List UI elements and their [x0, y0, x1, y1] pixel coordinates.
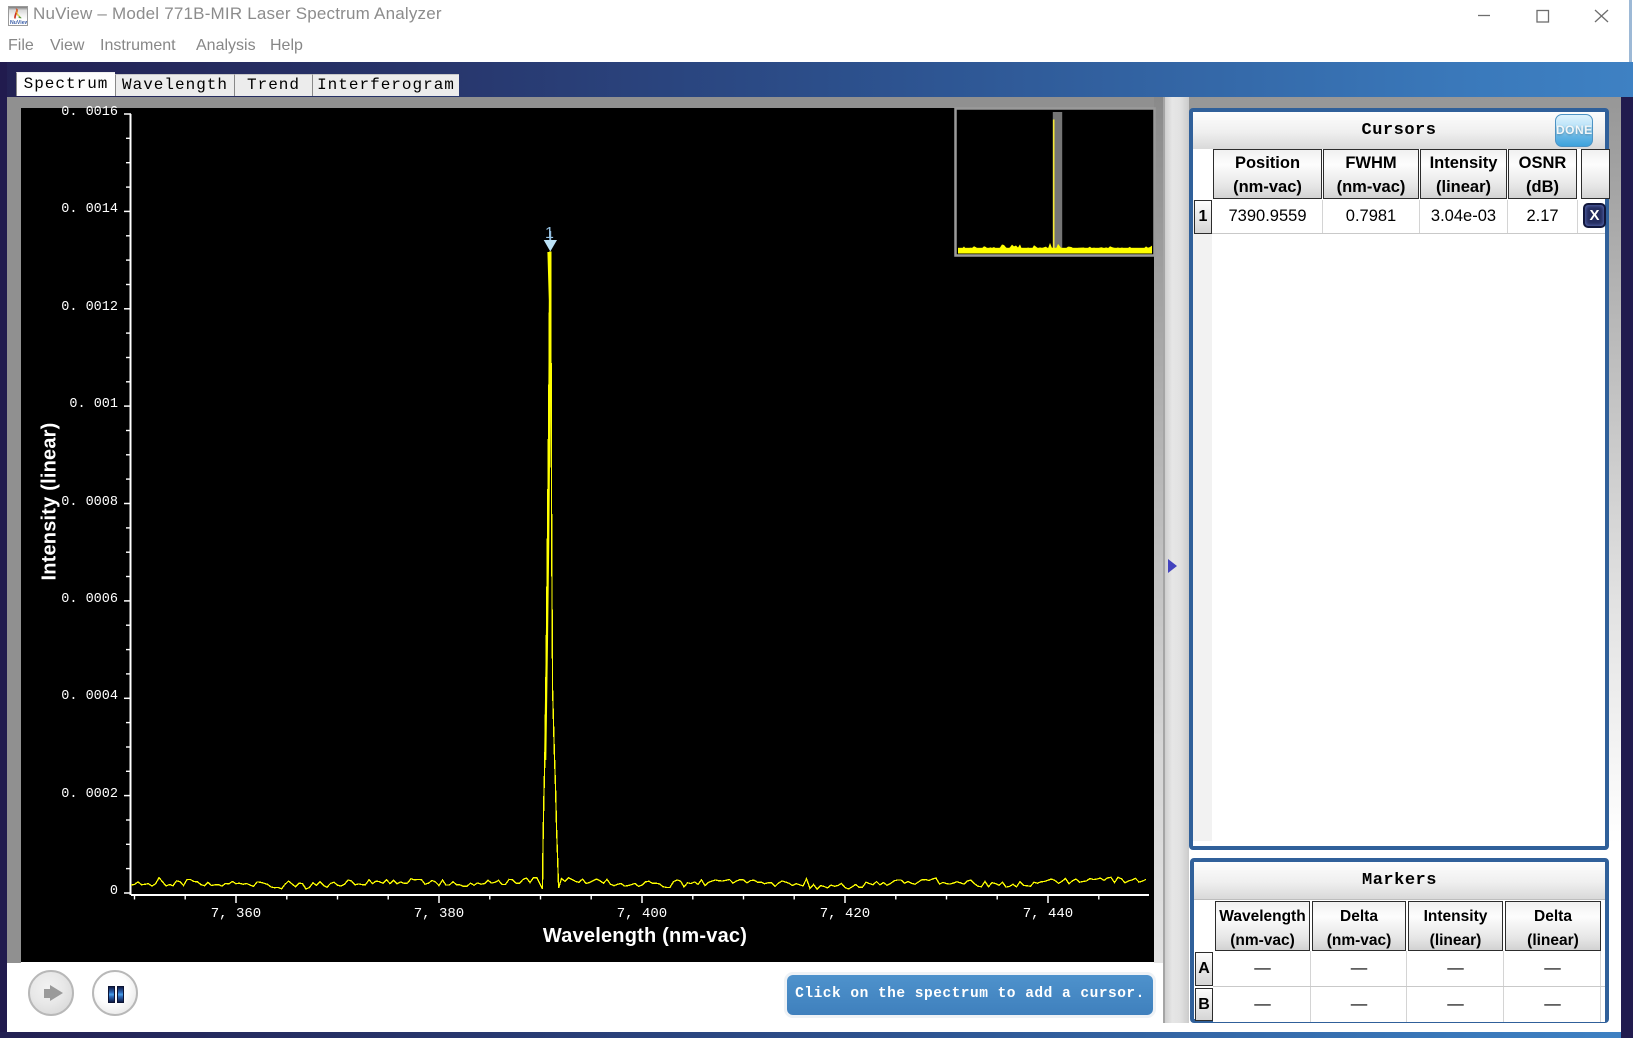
svg-text:1: 1 [545, 225, 554, 242]
